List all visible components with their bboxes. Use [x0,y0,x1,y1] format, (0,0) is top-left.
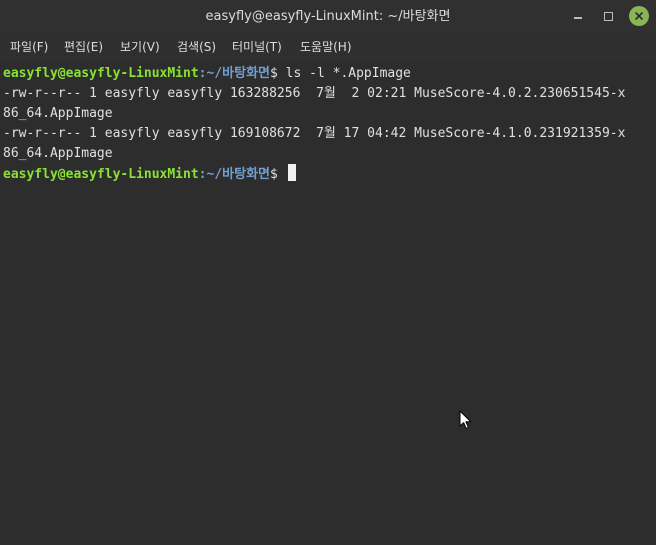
terminal-area[interactable]: easyfly@easyfly-LinuxMint:~/바탕화면$ ls -l … [0,61,643,545]
output-line: -rw-r--r-- 1 easyfly easyfly 163288256 7… [3,86,626,101]
menu-view[interactable]: 보기(V) [120,33,160,61]
prompt-symbol: $ [270,66,278,81]
mouse-pointer-icon [459,410,473,430]
command-text: ls -l *.AppImage [277,66,411,81]
prompt-path: :~/바탕화면 [198,66,270,81]
menu-terminal[interactable]: 터미널(T) [232,33,282,61]
output-line: 86_64.AppImage [3,106,113,121]
window-title: easyfly@easyfly-LinuxMint: ~/바탕화면 [205,9,451,24]
prompt-user: easyfly@easyfly-LinuxMint [3,66,199,81]
output-line: 86_64.AppImage [3,146,113,161]
titlebar: easyfly@easyfly-LinuxMint: ~/바탕화면 [0,0,656,33]
prompt-symbol: $ [270,167,278,182]
minimize-button[interactable] [567,5,589,27]
scrollbar-track[interactable] [643,61,656,545]
menu-file[interactable]: 파일(F) [10,33,48,61]
menu-search[interactable]: 검색(S) [177,33,216,61]
prompt-path: :~/바탕화면 [198,167,270,182]
menubar: 파일(F) 편집(E) 보기(V) 검색(S) 터미널(T) 도움말(H) [0,33,656,61]
menu-edit[interactable]: 편집(E) [64,33,103,61]
minimize-icon [574,17,582,19]
output-line: -rw-r--r-- 1 easyfly easyfly 169108672 7… [3,126,626,141]
close-button[interactable] [628,5,650,27]
close-icon [629,6,649,26]
prompt-line-1: easyfly@easyfly-LinuxMint:~/바탕화면$ ls -l … [3,64,411,84]
terminal-window: easyfly@easyfly-LinuxMint: ~/바탕화면 파일(F) … [0,0,656,545]
prompt-user: easyfly@easyfly-LinuxMint [3,167,199,182]
maximize-button[interactable] [597,5,619,27]
menu-help[interactable]: 도움말(H) [300,33,352,61]
text-cursor [287,164,296,181]
prompt-line-2: easyfly@easyfly-LinuxMint:~/바탕화면$ [3,164,296,184]
maximize-icon [603,11,613,21]
